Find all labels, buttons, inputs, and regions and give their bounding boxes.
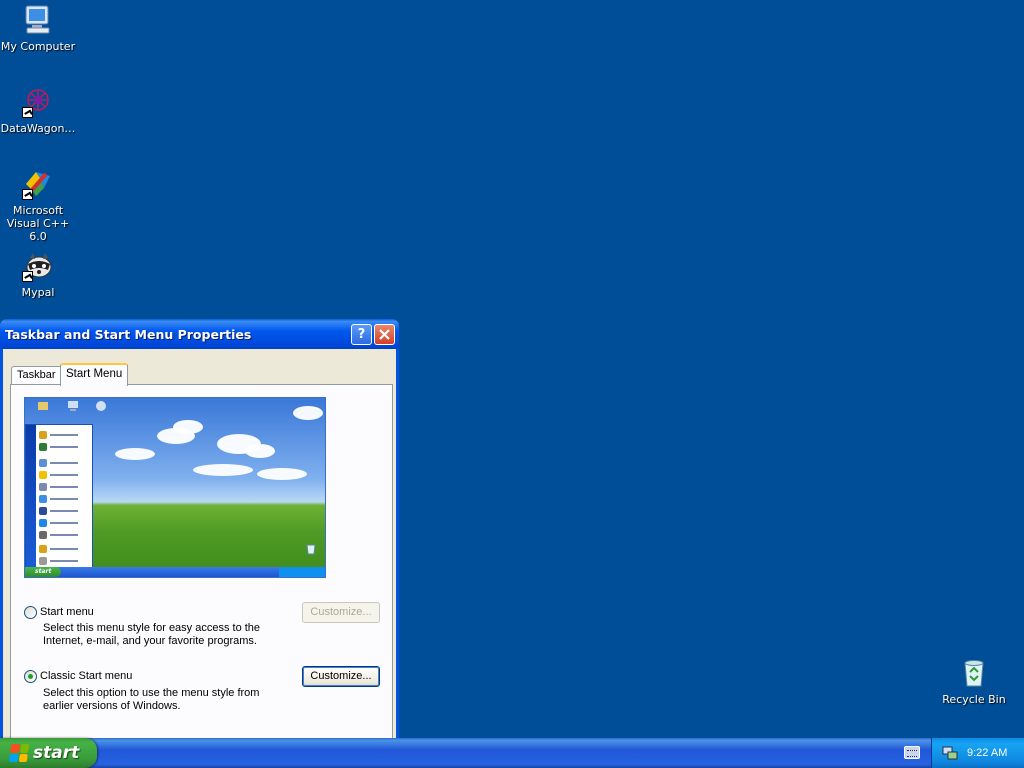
desktop-icon-visual-cpp[interactable]: Microsoft Visual C++ 6.0 <box>0 168 76 243</box>
shortcut-arrow-icon <box>22 189 33 200</box>
classic-start-menu-description: Select this option to use the menu style… <box>43 687 260 712</box>
dialog-title: Taskbar and Start Menu Properties <box>5 326 252 342</box>
start-menu-radio-label[interactable]: Start menu <box>40 606 94 618</box>
preview-start-button: start <box>25 567 61 577</box>
tab-panel-start-menu: start Start menu Select this menu style … <box>10 384 393 741</box>
recycle-bin-icon <box>958 657 990 689</box>
clock[interactable]: 9:22 AM <box>967 747 1007 759</box>
dialog-client-area: Taskbar Start Menu start Start menu Sele… <box>3 349 396 741</box>
desktop-icon-label: DataWagon… <box>0 122 76 135</box>
shortcut-arrow-icon <box>22 271 33 282</box>
desktop-icon-recycle-bin[interactable]: Recycle Bin <box>936 657 1012 706</box>
start-menu-description: Select this menu style for easy access t… <box>43 622 261 647</box>
desktop-icon-mypal[interactable]: Mypal <box>0 250 76 299</box>
classic-start-menu-radio[interactable] <box>24 670 37 683</box>
windows-flag-icon <box>8 744 30 762</box>
tab-taskbar[interactable]: Taskbar <box>11 366 62 385</box>
close-icon <box>379 328 390 340</box>
preview-recycle-bin-icon <box>306 544 316 555</box>
preview-documents-icon <box>38 402 48 410</box>
desktop-icon-datawagon[interactable]: DataWagon… <box>0 86 76 135</box>
classic-start-menu-radio-label[interactable]: Classic Start menu <box>40 670 132 682</box>
tab-start-menu[interactable]: Start Menu <box>60 363 129 386</box>
mypal-icon <box>22 250 54 282</box>
visual-cpp-icon <box>22 168 54 200</box>
desktop-icon-label: Recycle Bin <box>942 693 1006 706</box>
keyboard-icon[interactable] <box>904 746 920 759</box>
start-button-label: start <box>33 743 80 763</box>
shortcut-arrow-icon <box>22 107 33 118</box>
start-menu-radio[interactable] <box>24 606 37 619</box>
dialog-title-bar[interactable]: Taskbar and Start Menu Properties ? <box>0 319 399 349</box>
preview-taskbar: start <box>25 567 325 577</box>
close-button[interactable] <box>374 323 395 345</box>
preview-tray <box>279 567 325 577</box>
system-tray: 9:22 AM <box>931 738 1024 768</box>
desktop-icon-my-computer[interactable]: My Computer <box>0 4 76 53</box>
taskbar-start-menu-properties-dialog: Taskbar and Start Menu Properties ? Task… <box>0 319 399 741</box>
datawagon-icon <box>22 86 54 118</box>
preview-start-menu <box>25 424 93 569</box>
desktop-icon-label: My Computer <box>0 40 76 53</box>
desktop-icon-label: Microsoft Visual C++ 6.0 <box>6 204 70 243</box>
classic-customize-button[interactable]: Customize... <box>302 666 380 687</box>
start-button[interactable]: start <box>0 738 97 768</box>
network-icon[interactable] <box>942 745 958 761</box>
help-button[interactable]: ? <box>351 323 372 345</box>
start-menu-customize-button[interactable]: Customize... <box>302 602 380 623</box>
my-computer-icon <box>22 4 54 36</box>
desktop-icon-label: Mypal <box>21 286 55 299</box>
taskbar: start 9:22 AM <box>0 738 1024 768</box>
preview-computer-icon <box>68 401 78 411</box>
preview-network-icon <box>96 401 106 411</box>
start-menu-preview-image: start <box>24 397 326 578</box>
